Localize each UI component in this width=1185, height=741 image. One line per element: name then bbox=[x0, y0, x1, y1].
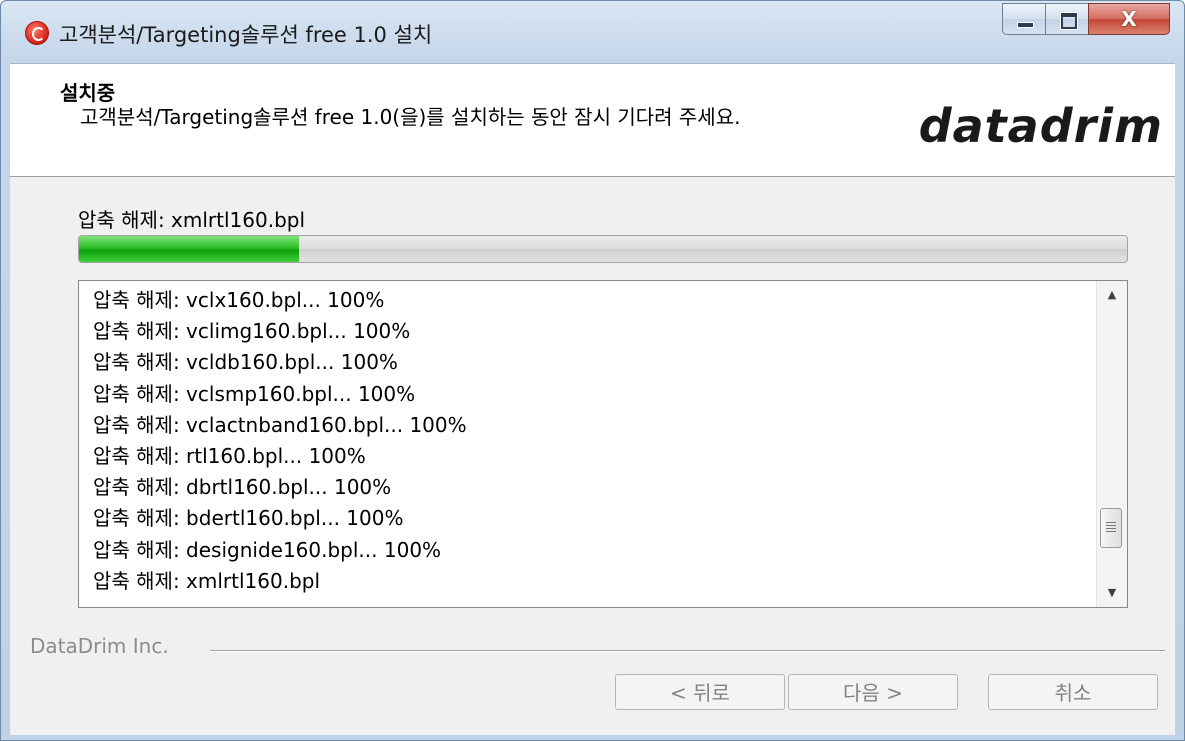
log-line: 압축 해제: vclsmp160.bpl... 100% bbox=[93, 381, 416, 406]
scrollbar-thumb[interactable] bbox=[1100, 508, 1122, 548]
log-line: 압축 해제: vclactnband160.bpl... 100% bbox=[93, 412, 467, 437]
close-button[interactable]: X bbox=[1088, 3, 1170, 35]
logo-text-data: data bbox=[918, 99, 1040, 153]
log-line: 압축 해제: xmlrtl160.bpl bbox=[93, 568, 321, 593]
scroll-up-arrow-icon[interactable]: ▲ bbox=[1097, 281, 1127, 309]
log-line: 압축 해제: bdertl160.bpl... 100% bbox=[93, 506, 404, 531]
next-button[interactable]: 다음 > bbox=[788, 674, 958, 710]
install-log[interactable]: 압축 해제: vclx160.bpl... 100% 압축 해제: vclimg1… bbox=[78, 280, 1128, 608]
minimize-icon bbox=[1017, 22, 1034, 28]
title-bar[interactable]: 고객분석/Targeting솔루션 free 1.0 설치 X bbox=[1, 1, 1184, 63]
current-file-label: 압축 해제: xmlrtl160.bpl bbox=[78, 208, 306, 232]
datadrim-logo: datadrim bbox=[919, 99, 1163, 153]
grip-icon bbox=[1106, 522, 1116, 532]
log-line: 압축 해제: vclimg160.bpl... 100% bbox=[93, 319, 411, 344]
maximize-button[interactable] bbox=[1045, 3, 1089, 35]
cancel-button[interactable]: 취소 bbox=[988, 674, 1158, 710]
log-scrollbar[interactable]: ▲ ▼ bbox=[1096, 281, 1127, 607]
maximize-icon bbox=[1061, 13, 1077, 29]
dialog-client-area: 설치중 고객분석/Targeting솔루션 free 1.0(을)를 설치하는 … bbox=[10, 63, 1175, 735]
footer-divider bbox=[210, 650, 1165, 652]
log-line: 압축 해제: designide160.bpl... 100% bbox=[93, 537, 442, 562]
minimize-button[interactable] bbox=[1002, 3, 1046, 35]
log-line: 압축 해제: vclx160.bpl... 100% bbox=[93, 288, 385, 312]
caption-buttons: X bbox=[1002, 3, 1170, 37]
page-title: 설치중 bbox=[60, 81, 116, 105]
page-description: 고객분석/Targeting솔루션 free 1.0(을)를 설치하는 동안 잠… bbox=[80, 105, 741, 129]
logo-text-drim: drim bbox=[1039, 99, 1163, 153]
log-line: 압축 해제: dbrtl160.bpl... 100% bbox=[93, 475, 392, 500]
install-log-list: 압축 해제: vclx160.bpl... 100% 압축 해제: vclimg1… bbox=[93, 285, 1083, 597]
progress-fill bbox=[79, 236, 300, 262]
close-icon: X bbox=[1121, 7, 1137, 31]
installer-window: 고객분석/Targeting솔루션 free 1.0 설치 X 설치중 고객분석… bbox=[0, 0, 1185, 741]
scroll-down-arrow-icon[interactable]: ▼ bbox=[1097, 579, 1127, 607]
window-title: 고객분석/Targeting솔루션 free 1.0 설치 bbox=[59, 23, 433, 47]
dialog-header: 설치중 고객분석/Targeting솔루션 free 1.0(을)를 설치하는 … bbox=[10, 64, 1175, 177]
company-name: DataDrim Inc. bbox=[30, 634, 169, 658]
log-line: 압축 해제: vcldb160.bpl... 100% bbox=[93, 350, 398, 375]
back-button[interactable]: < 뒤로 bbox=[615, 674, 785, 710]
install-progress-bar bbox=[78, 235, 1128, 263]
app-logo-icon bbox=[25, 21, 49, 45]
log-line: 압축 해제: rtl160.bpl... 100% bbox=[93, 444, 366, 469]
